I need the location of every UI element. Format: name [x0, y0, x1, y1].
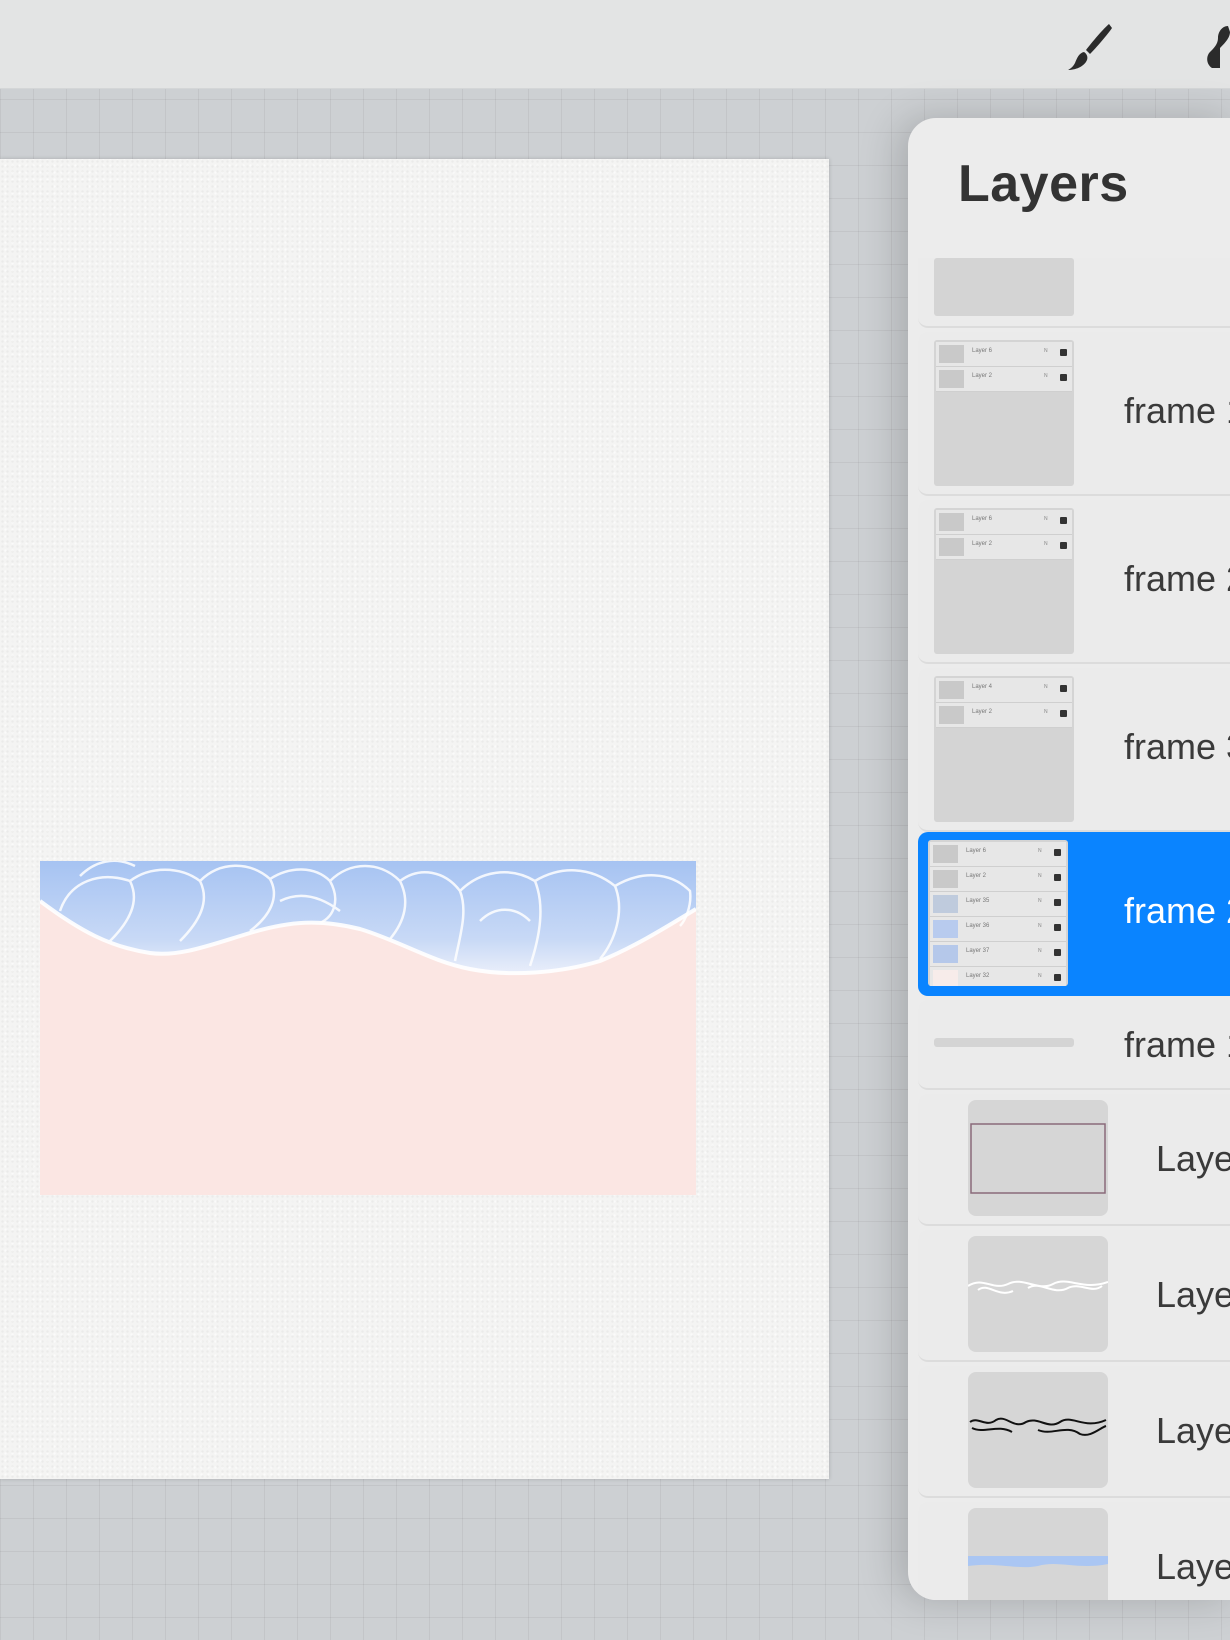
layer-name: Laye: [1156, 1546, 1230, 1587]
group-thumbnail: [934, 258, 1074, 316]
layer-group-row[interactable]: Layer 6N Layer 2N frame 1: [918, 332, 1230, 496]
layer-row[interactable]: Laye: [918, 1230, 1230, 1362]
layer-group-row[interactable]: frame 1: [918, 1000, 1230, 1090]
layer-group-row[interactable]: Layer 4N Layer 2N frame 3: [918, 668, 1230, 832]
smudge-icon[interactable]: [1198, 18, 1230, 74]
group-thumbnail: Layer 6N Layer 2N: [934, 508, 1074, 654]
drawing-canvas[interactable]: [0, 159, 829, 1479]
layer-group-name: frame 2: [1124, 558, 1230, 599]
layer-thumbnail: [968, 1508, 1108, 1600]
layer-row[interactable]: Laye: [918, 1502, 1230, 1600]
layer-group-name: frame 1: [1124, 1024, 1230, 1065]
layer-group-row-selected[interactable]: Layer 6N Layer 2N Layer 35 N Layer 36 N La…: [918, 832, 1230, 996]
group-thumbnail: Layer 4N Layer 2N: [934, 676, 1074, 822]
layer-name: Laye: [1156, 1274, 1230, 1315]
layer-row[interactable]: Laye: [918, 1094, 1230, 1226]
layer-row[interactable]: Laye: [918, 1366, 1230, 1498]
group-thumbnail-collapsed: [934, 1038, 1074, 1047]
layer-group-row[interactable]: [918, 258, 1230, 328]
layers-panel-title: Layers: [958, 155, 1129, 213]
layer-group-name: frame 3: [1124, 726, 1230, 767]
top-toolbar: [0, 0, 1230, 89]
layer-thumbnail: [968, 1100, 1108, 1216]
artwork-beach-waves: [40, 861, 696, 1195]
layer-group-row[interactable]: Layer 6N Layer 2N frame 2: [918, 500, 1230, 664]
layer-name: Laye: [1156, 1138, 1230, 1179]
layer-group-name: frame 2: [1124, 890, 1230, 931]
group-thumbnail: Layer 6N Layer 2N Layer 35 N Layer 36 N La…: [928, 840, 1068, 986]
layer-thumbnail: [968, 1236, 1108, 1352]
layer-thumbnail: [968, 1372, 1108, 1488]
layer-name: Laye: [1156, 1410, 1230, 1451]
brush-icon[interactable]: [1062, 18, 1118, 74]
layers-panel: Layers Layer 6N Layer 2N frame 1 Layer 6…: [908, 118, 1230, 1600]
layer-group-name: frame 1: [1124, 390, 1230, 431]
layers-list[interactable]: Layer 6N Layer 2N frame 1 Layer 6N Layer…: [908, 258, 1230, 1600]
group-thumbnail: Layer 6N Layer 2N: [934, 340, 1074, 486]
